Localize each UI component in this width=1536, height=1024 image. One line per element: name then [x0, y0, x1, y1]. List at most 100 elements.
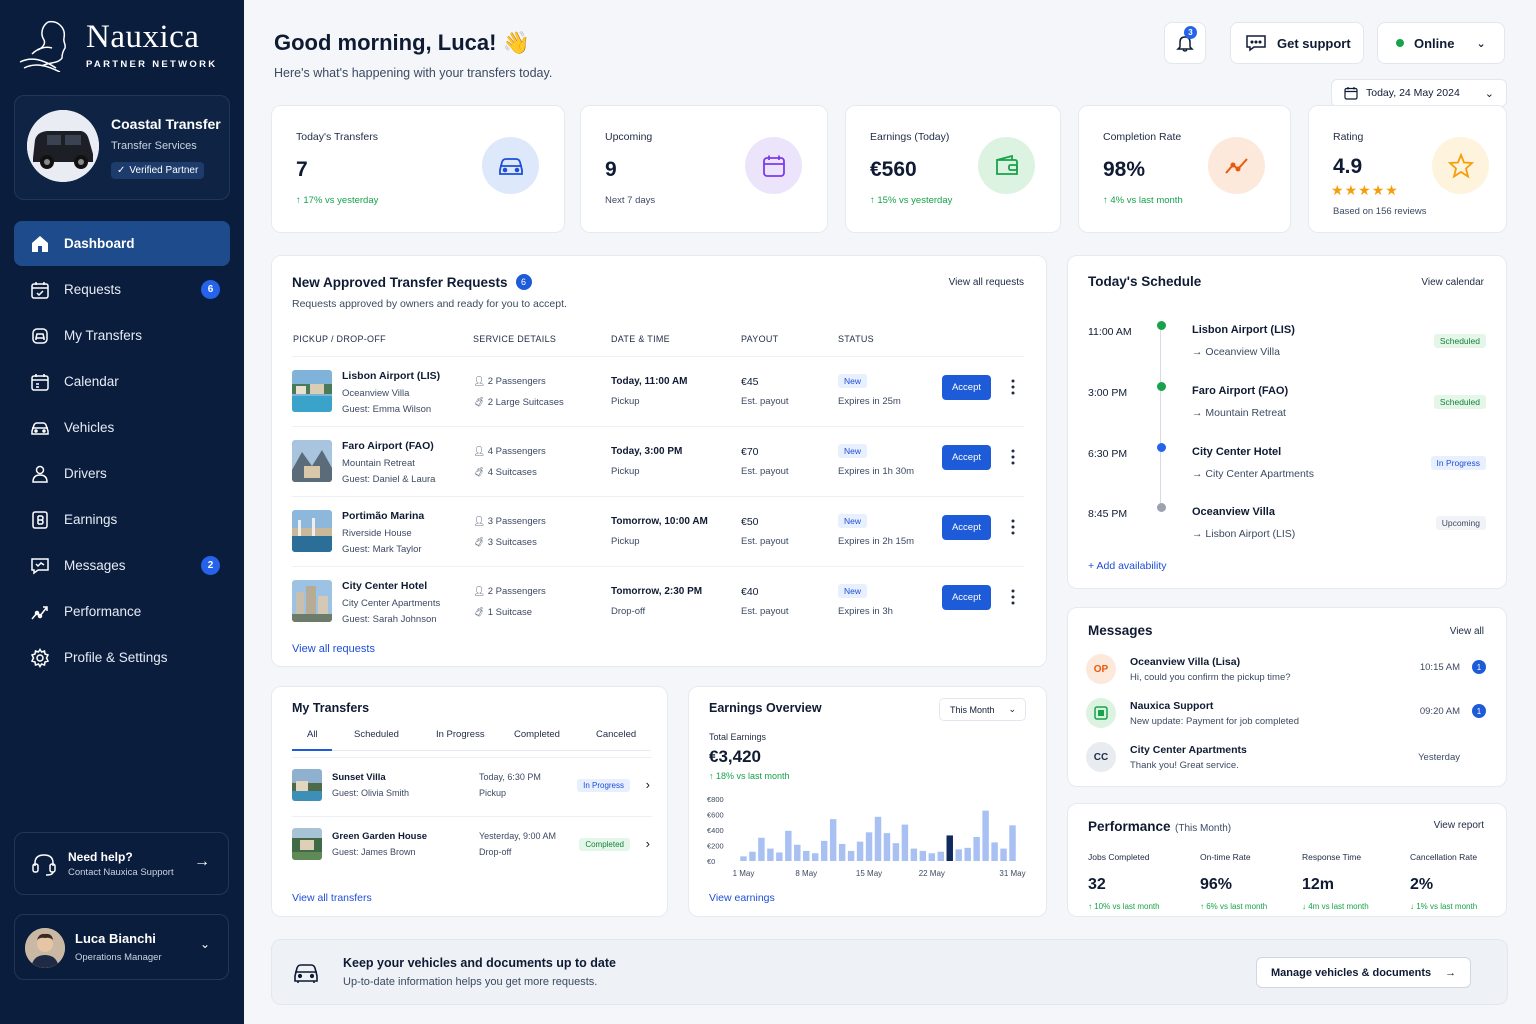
- schedule-item[interactable]: 11:00 AM Lisbon Airport (LIS) → Oceanvie…: [1088, 316, 1486, 376]
- chart-bar[interactable]: [749, 851, 756, 861]
- more-options-icon[interactable]: [1011, 519, 1015, 535]
- more-options-icon[interactable]: [1011, 379, 1015, 395]
- tab-all[interactable]: All: [307, 729, 318, 740]
- add-availability-link[interactable]: + Add availability: [1088, 560, 1167, 572]
- chart-bar[interactable]: [794, 844, 801, 861]
- accept-button[interactable]: Accept: [942, 375, 991, 400]
- banner-title: Keep your vehicles and documents up to d…: [343, 956, 616, 970]
- section-title: Earnings Overview: [709, 701, 822, 715]
- sidebar-item-my-transfers[interactable]: My Transfers: [14, 313, 230, 358]
- sidebar-item-vehicles[interactable]: Vehicles: [14, 405, 230, 450]
- chart-bar[interactable]: [829, 819, 837, 861]
- table-row[interactable]: Faro Airport (FAO) Mountain Retreat Gues…: [292, 426, 1024, 496]
- view-all-requests-link[interactable]: View all requests: [949, 277, 1024, 288]
- date-time: Today, 3:00 PM: [611, 446, 683, 457]
- chart-bar[interactable]: [758, 837, 765, 861]
- chart-bar[interactable]: [937, 851, 945, 861]
- tab-in-progress[interactable]: In Progress: [436, 729, 485, 740]
- user-role: Operations Manager: [75, 952, 162, 963]
- chart-bar[interactable]: [847, 850, 855, 861]
- message-item[interactable]: OP Oceanview Villa (Lisa) Hi, could you …: [1086, 654, 1486, 698]
- chart-bar[interactable]: [919, 850, 927, 861]
- chart-bar[interactable]: [820, 840, 828, 861]
- sidebar-item-earnings[interactable]: Earnings: [14, 497, 230, 542]
- sidebar-item-performance[interactable]: Performance: [14, 589, 230, 634]
- help-card[interactable]: Need help? Contact Nauxica Support →: [14, 832, 229, 895]
- chart-bar[interactable]: [838, 843, 846, 861]
- schedule-item[interactable]: 3:00 PM Faro Airport (FAO) → Mountain Re…: [1088, 377, 1486, 437]
- view-all-messages-link[interactable]: View all: [1450, 626, 1484, 637]
- view-report-link[interactable]: View report: [1434, 820, 1484, 831]
- date-picker[interactable]: Today, 24 May 2024 ⌄: [1331, 79, 1507, 107]
- chart-bar[interactable]: [767, 848, 774, 861]
- chart-bar[interactable]: [910, 848, 918, 861]
- notifications-button[interactable]: 3: [1164, 22, 1206, 64]
- chart-bar[interactable]: [811, 853, 819, 861]
- chart-bar[interactable]: [874, 816, 882, 861]
- tab-scheduled[interactable]: Scheduled: [354, 729, 399, 740]
- get-support-button[interactable]: Get support: [1230, 22, 1364, 64]
- chart-bar[interactable]: [865, 832, 873, 861]
- sidebar-item-requests[interactable]: Requests 6: [14, 267, 230, 312]
- table-row[interactable]: City Center Hotel City Center Apartments…: [292, 566, 1024, 636]
- manage-vehicles-button[interactable]: Manage vehicles & documents →: [1256, 957, 1471, 988]
- chart-bar[interactable]: [883, 833, 891, 861]
- sidebar-item-profile-settings[interactable]: Profile & Settings: [14, 635, 230, 680]
- metric-trend: ↑ 10% vs last month: [1088, 902, 1188, 911]
- transfer-row[interactable]: Sunset Villa Guest: Olivia Smith Today, …: [292, 757, 652, 815]
- company-card[interactable]: Coastal Transfer Transfer Services ✓ Ver…: [14, 95, 230, 200]
- more-options-icon[interactable]: [1011, 449, 1015, 465]
- accept-button[interactable]: Accept: [942, 445, 991, 470]
- sidebar-item-messages[interactable]: Messages 2: [14, 543, 230, 588]
- chart-bar[interactable]: [785, 830, 792, 861]
- chart-bar[interactable]: [856, 841, 864, 861]
- chevron-right-icon[interactable]: ›: [646, 777, 650, 792]
- chart-bar[interactable]: [928, 853, 936, 861]
- table-row[interactable]: Lisbon Airport (LIS) Oceanview Villa Gue…: [292, 356, 1024, 426]
- chart-bar[interactable]: [803, 850, 810, 861]
- sidebar-item-dashboard[interactable]: Dashboard: [14, 221, 230, 266]
- message-item[interactable]: Nauxica Support New update: Payment for …: [1086, 698, 1486, 742]
- chart-bar[interactable]: [1000, 848, 1007, 861]
- star-icon: ★: [1344, 182, 1359, 198]
- sidebar-item-drivers[interactable]: Drivers: [14, 451, 230, 496]
- accept-button[interactable]: Accept: [942, 515, 991, 540]
- message-item[interactable]: CC City Center Apartments Thank you! Gre…: [1086, 742, 1486, 786]
- brand-logo[interactable]: Nauxica PARTNER NETWORK: [18, 18, 217, 72]
- chevron-down-icon: ⌄: [1476, 37, 1486, 50]
- chart-bar[interactable]: [901, 824, 909, 861]
- more-options-icon[interactable]: [1011, 589, 1015, 605]
- schedule-item[interactable]: 8:45 PM Oceanview Villa → Lisbon Airport…: [1088, 498, 1486, 558]
- chart-bar[interactable]: [982, 810, 989, 861]
- chart-bar[interactable]: [1009, 825, 1016, 861]
- accept-button[interactable]: Accept: [942, 585, 991, 610]
- chart-bar[interactable]: [740, 856, 747, 861]
- transfer-row[interactable]: Green Garden House Guest: James Brown Ye…: [292, 816, 652, 874]
- chart-bar[interactable]: [892, 843, 900, 861]
- table-row[interactable]: Portimão Marina Riverside House Guest: M…: [292, 496, 1024, 566]
- sidebar-item-calendar[interactable]: Calendar: [14, 359, 230, 404]
- tab-completed[interactable]: Completed: [514, 729, 560, 740]
- status-dropdown[interactable]: Online ⌄: [1377, 22, 1505, 64]
- schedule-item[interactable]: 6:30 PM City Center Hotel → City Center …: [1088, 438, 1486, 498]
- view-all-requests-bottom-link[interactable]: View all requests: [292, 643, 375, 655]
- chart-bar[interactable]: [946, 835, 953, 861]
- banner-subtitle: Up-to-date information helps you get mor…: [343, 976, 598, 988]
- chart-bar[interactable]: [955, 849, 962, 861]
- chart-bar[interactable]: [991, 842, 998, 861]
- view-calendar-link[interactable]: View calendar: [1421, 277, 1484, 288]
- user-card[interactable]: Luca Bianchi Operations Manager ⌄: [14, 914, 229, 980]
- gear-icon: [30, 647, 50, 668]
- passenger-text: 4 Passengers: [487, 446, 546, 457]
- chevron-right-icon[interactable]: ›: [646, 836, 650, 851]
- suitcase-icon: 🧳︎: [473, 607, 488, 618]
- view-all-transfers-link[interactable]: View all transfers: [292, 892, 372, 904]
- period-dropdown[interactable]: This Month ⌄: [939, 698, 1026, 721]
- avatar: [25, 928, 65, 968]
- chart-bar[interactable]: [776, 852, 783, 861]
- chart-bar[interactable]: [964, 847, 971, 861]
- chart-bar[interactable]: [973, 836, 980, 861]
- verified-label: Verified Partner: [129, 165, 199, 176]
- tab-canceled[interactable]: Canceled: [596, 729, 636, 740]
- view-earnings-link[interactable]: View earnings: [709, 892, 775, 904]
